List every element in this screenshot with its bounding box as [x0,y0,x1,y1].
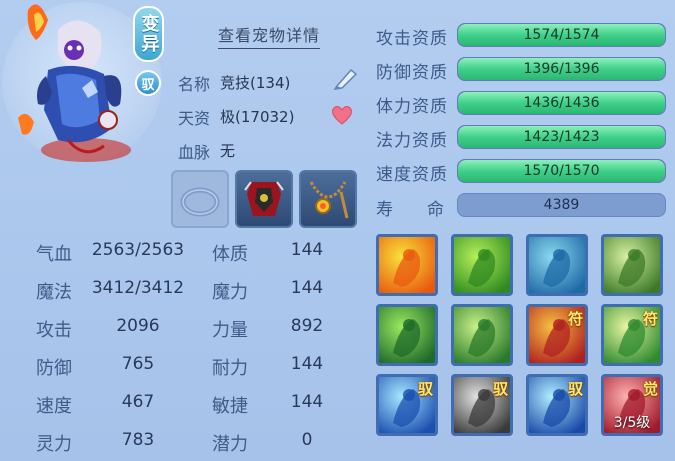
armor-icon [244,181,284,216]
aptitude-bar: 1574/1574 [457,23,666,47]
attribute-label: 魔力 [212,282,248,303]
green-giant-icon [454,307,510,363]
flame-sword-icon [379,237,435,293]
skill-slot[interactable]: 符 [526,304,588,366]
aptitude-label: 体力资质 [376,97,448,117]
aptitude-value: 1574/1574 [523,27,600,43]
tamed-tag: 驭 [135,70,161,96]
skill-slot[interactable]: 驭 [451,374,513,436]
attribute-value: 765 [121,354,155,374]
attribute-label: 气血 [36,244,72,265]
skill-slot[interactable] [376,304,438,366]
attribute-value: 2096 [116,316,160,336]
skill-badge: 驭 [492,380,508,398]
pet-figure-image [18,4,131,162]
heart-icon[interactable] [330,104,354,126]
collar-icon [180,187,220,217]
necklace-slot[interactable] [299,170,357,228]
aptitude-value: 1423/1423 [523,129,600,145]
skill-slot[interactable] [601,234,663,296]
attribute-label: 体质 [212,244,248,265]
green-beast-icon [379,307,435,363]
collar-slot[interactable] [171,170,229,228]
lifespan-bar: 4389 [457,193,666,217]
attribute-value: 2563/2563 [91,240,185,260]
aptitude-value: 1396/1396 [523,61,600,77]
attribute-label: 速度 [36,396,72,417]
skill-badge: 符 [642,310,658,328]
attribute-label: 魔法 [36,282,72,303]
aptitude-value: 1570/1570 [523,163,600,179]
aptitude-bar: 1570/1570 [457,159,666,183]
attribute-value: 467 [121,392,155,412]
green-strength-icon [454,237,510,293]
attribute-label: 力量 [212,320,248,341]
attribute-value: 144 [290,354,324,374]
aptitude-bar: 1423/1423 [457,125,666,149]
attribute-value: 892 [290,316,324,336]
skill-badge: 觉 [642,380,658,398]
attribute-value: 144 [290,392,324,412]
attribute-label: 防御 [36,358,72,379]
lifespan-label: 寿 命 [376,200,444,220]
aptitude-label: 法力资质 [376,131,448,151]
skill-badge: 驭 [417,380,433,398]
attribute-value: 3412/3412 [91,278,185,298]
name-label: 名称 [178,75,211,94]
skill-level: 3/5级 [613,415,651,431]
bloodline-label: 血脉 [178,143,211,162]
attribute-value: 0 [301,430,313,450]
aptitude-label: 防御资质 [376,63,448,83]
armor-slot[interactable] [235,170,293,228]
skill-slot[interactable] [376,234,438,296]
attribute-label: 潜力 [212,434,248,455]
edit-name-icon[interactable] [331,66,361,90]
aptitude-label: 速度资质 [376,165,448,185]
pet-info-panel: 变异 驭 查看宠物详情 名称 竞技(134) 天资 极(17032) 血脉 无 [0,0,675,461]
name-value: 竞技(134) [220,74,291,92]
attribute-value: 144 [290,240,324,260]
skill-slot[interactable]: 驭 [526,374,588,436]
bloodline-value: 无 [220,142,236,160]
attribute-label: 敏捷 [212,396,248,417]
aptitude-value: 1436/1436 [523,95,600,111]
aptitude-label: 攻击资质 [376,29,448,49]
attribute-label: 灵力 [36,434,72,455]
skill-badge: 驭 [567,380,583,398]
necklace-icon [309,181,349,219]
skill-slot[interactable]: 觉 3/5级 [601,374,663,436]
attribute-value: 144 [290,278,324,298]
view-pet-details-link[interactable]: 查看宠物详情 [218,22,321,49]
talent-label: 天资 [178,109,211,128]
skill-slot[interactable] [526,234,588,296]
variant-tag: 变异 [133,6,164,62]
attribute-label: 耐力 [212,358,248,379]
blue-spirit-icon [529,237,585,293]
skill-slot[interactable]: 驭 [376,374,438,436]
skill-slot[interactable] [451,304,513,366]
skill-slot[interactable] [451,234,513,296]
aptitude-bar: 1436/1436 [457,91,666,115]
attribute-value: 783 [121,430,155,450]
moon-shadow-icon [604,237,660,293]
skill-slot[interactable]: 符 [601,304,663,366]
attribute-label: 攻击 [36,320,72,341]
talent-value: 极(17032) [220,108,295,126]
skill-badge: 符 [567,310,583,328]
aptitude-bar: 1396/1396 [457,57,666,81]
